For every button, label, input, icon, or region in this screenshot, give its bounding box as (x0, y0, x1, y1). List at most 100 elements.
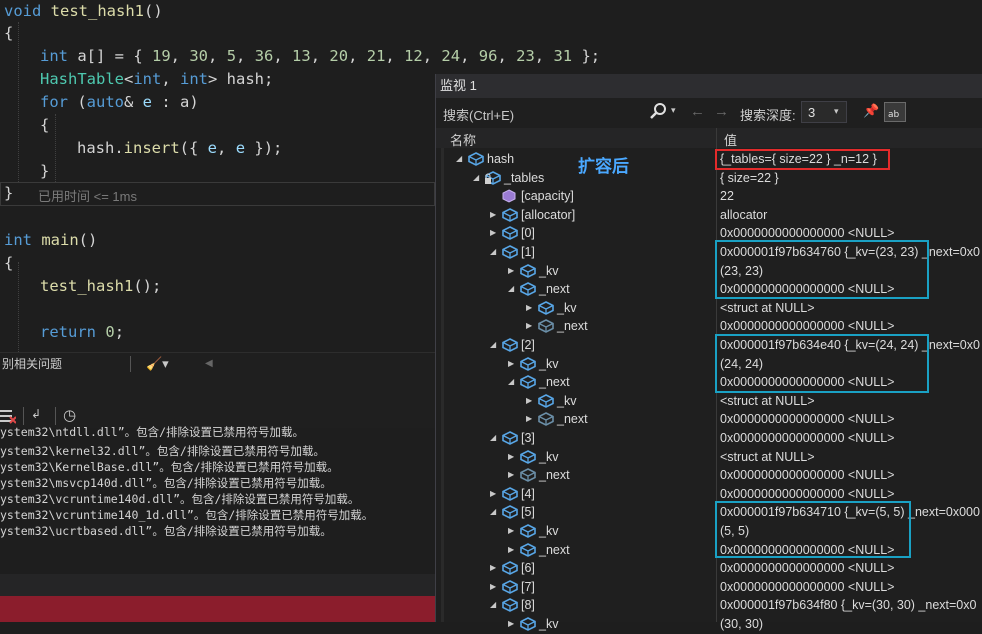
annotation-text: 扩容后 (578, 157, 629, 177)
watch-row[interactable]: ◢ [8] 0x000001f97b634f80 {_kv=(30, 30) _ne… (436, 596, 982, 615)
watch-row[interactable]: ▶ _kv <struct at NULL> (436, 299, 982, 318)
code-line-4: HashTable<int, int> hash; (40, 70, 274, 88)
collapse-arrow-icon[interactable]: ◢ (490, 336, 500, 354)
expand-arrow-icon[interactable]: ▶ (526, 299, 536, 317)
expand-arrow-icon[interactable]: ▶ (508, 615, 518, 633)
expand-arrow-icon[interactable]: ▶ (508, 448, 518, 466)
expand-arrow-icon[interactable]: ▶ (526, 410, 536, 428)
indent-guide (18, 262, 19, 352)
watch-row[interactable]: ◢ hash {_tables={ size=22 } _n=12 } (436, 150, 982, 169)
watch-row-name: [allocator] (521, 207, 576, 222)
expand-arrow-icon[interactable]: ▶ (490, 578, 500, 596)
status-bar (0, 596, 435, 622)
watch-row[interactable]: ▶ [allocator] allocator (436, 206, 982, 225)
watch-row-name: _next (557, 319, 588, 334)
watch-row-name: [6] (521, 561, 535, 576)
object-icon (468, 152, 484, 166)
expand-arrow-icon[interactable]: ▶ (508, 466, 518, 484)
search-input[interactable]: 搜索(Ctrl+E) (443, 105, 514, 124)
output-line: ystem32\vcruntime140_1d.dll”。包含/排除设置已禁用符… (0, 508, 374, 522)
watch-row-name: _kv (539, 524, 559, 538)
collapse-arrow-icon[interactable]: ◢ (490, 503, 500, 521)
broom-icon[interactable]: 🧹▾ (146, 353, 169, 375)
watch-row-name: _next (539, 375, 570, 390)
code-line-12: test_hash1(); (40, 277, 162, 295)
collapse-arrow-icon[interactable]: ◢ (490, 429, 500, 447)
expand-arrow-icon[interactable]: ▶ (508, 262, 518, 280)
expand-arrow-icon[interactable]: ▶ (490, 485, 500, 503)
perf-tip[interactable]: 已用时间 <= 1ms (38, 186, 137, 205)
highlight-box-cyan (715, 501, 911, 558)
object-icon (502, 245, 518, 259)
watch-row-value: <struct at NULL> (720, 300, 815, 315)
watch-row[interactable]: ▶ _kv (30, 30) (436, 615, 982, 634)
column-value-header[interactable]: 值 (724, 130, 737, 149)
expand-arrow-icon[interactable]: ▶ (508, 522, 518, 540)
output-line: ystem32\KernelBase.dll”。包含/排除设置已禁用符号加载。 (0, 460, 339, 474)
word-wrap-icon[interactable]: ↲ (31, 407, 41, 421)
watch-row-name: _next (557, 412, 588, 427)
watch-row-name: [2] (521, 338, 535, 352)
divider (23, 407, 24, 425)
error-list-tab[interactable]: 别相关问题 🧹▾ ◀ (0, 352, 435, 375)
object-icon (520, 282, 536, 297)
watch-row[interactable]: ◢ [3] 0x0000000000000000 <NULL> (436, 429, 982, 448)
watch-row[interactable]: [capacity] 22 (436, 187, 982, 206)
watch-window: 监视 1 搜索(Ctrl+E) ▾ ← → 搜索深度: 3 ▾ 📌 ab 名称 … (435, 74, 982, 631)
watch-title-bar[interactable]: 监视 1 (436, 74, 982, 98)
divider (55, 407, 56, 425)
watch-row[interactable]: ▶ _kv <struct at NULL> (436, 448, 982, 467)
search-back-icon[interactable]: ← (690, 103, 705, 120)
watch-row[interactable]: ▶ _next 0x0000000000000000 <NULL> (436, 466, 982, 485)
watch-row-name: [8] (521, 598, 535, 613)
object-icon (520, 468, 536, 483)
watch-row[interactable]: ◢ _tables { size=22 } (436, 169, 982, 188)
search-options-icon[interactable]: ▾ (671, 105, 676, 116)
expand-arrow-icon[interactable]: ▶ (526, 317, 536, 335)
watch-row[interactable]: ▶ [6] 0x0000000000000000 <NULL> (436, 559, 982, 578)
watch-row-name: _next (539, 468, 570, 483)
expand-arrow-icon[interactable]: ▶ (490, 224, 500, 242)
search-icon[interactable] (649, 102, 667, 120)
collapse-arrow-icon[interactable]: ◢ (490, 596, 500, 614)
object-icon (502, 226, 518, 241)
code-line-10: int main() (4, 231, 98, 249)
search-depth-select[interactable]: 3 ▾ (801, 101, 847, 123)
expand-arrow-icon[interactable]: ▶ (490, 559, 500, 577)
output-line: ystem32\vcruntime140d.dll”。包含/排除设置已禁用符号加… (0, 492, 360, 506)
clear-all-icon[interactable] (0, 408, 17, 424)
expand-arrow-icon[interactable]: ▶ (508, 355, 518, 373)
search-depth-value: 3 (808, 105, 816, 120)
object-icon (520, 449, 536, 464)
object-icon (538, 319, 554, 334)
clock-icon[interactable]: ◷ (63, 406, 76, 424)
property-icon (502, 189, 518, 203)
watch-row-name: _kv (539, 449, 559, 464)
watch-row-value: 0x0000000000000000 <NULL> (720, 468, 895, 483)
output-scrollbar[interactable] (0, 574, 435, 596)
watch-row[interactable]: ▶ [7] 0x0000000000000000 <NULL> (436, 578, 982, 597)
collapse-arrow-icon[interactable]: ◢ (473, 169, 483, 187)
watch-row-name: [1] (521, 245, 535, 259)
column-name-header[interactable]: 名称 (450, 130, 476, 149)
watch-row[interactable]: ▶ _kv <struct at NULL> (436, 392, 982, 411)
search-forward-icon[interactable]: → (714, 103, 729, 120)
scroll-left-icon[interactable]: ◀ (205, 353, 213, 375)
watch-row-name: _next (539, 282, 570, 297)
collapse-arrow-icon[interactable]: ◢ (456, 150, 466, 168)
collapse-arrow-icon[interactable]: ◢ (490, 243, 500, 261)
collapse-arrow-icon[interactable]: ◢ (508, 280, 518, 298)
object-icon (520, 375, 536, 390)
output-text[interactable]: ystem32\ntdll.dll”。包含/排除设置已禁用符号加载。 ystem… (0, 425, 435, 574)
watch-row-name: _kv (557, 393, 577, 408)
pin-icon[interactable]: 📌 (863, 103, 879, 119)
expand-arrow-icon[interactable]: ▶ (508, 541, 518, 559)
code-line-1: void test_hash1() (4, 2, 163, 20)
watch-row[interactable]: ▶ _next 0x0000000000000000 <NULL> (436, 410, 982, 429)
collapse-arrow-icon[interactable]: ◢ (508, 373, 518, 391)
expand-arrow-icon[interactable]: ▶ (526, 392, 536, 410)
expand-arrow-icon[interactable]: ▶ (490, 206, 500, 224)
chevron-down-icon: ▾ (834, 106, 839, 116)
hex-display-icon[interactable]: ab (884, 102, 906, 122)
watch-row-value: 22 (720, 189, 734, 204)
